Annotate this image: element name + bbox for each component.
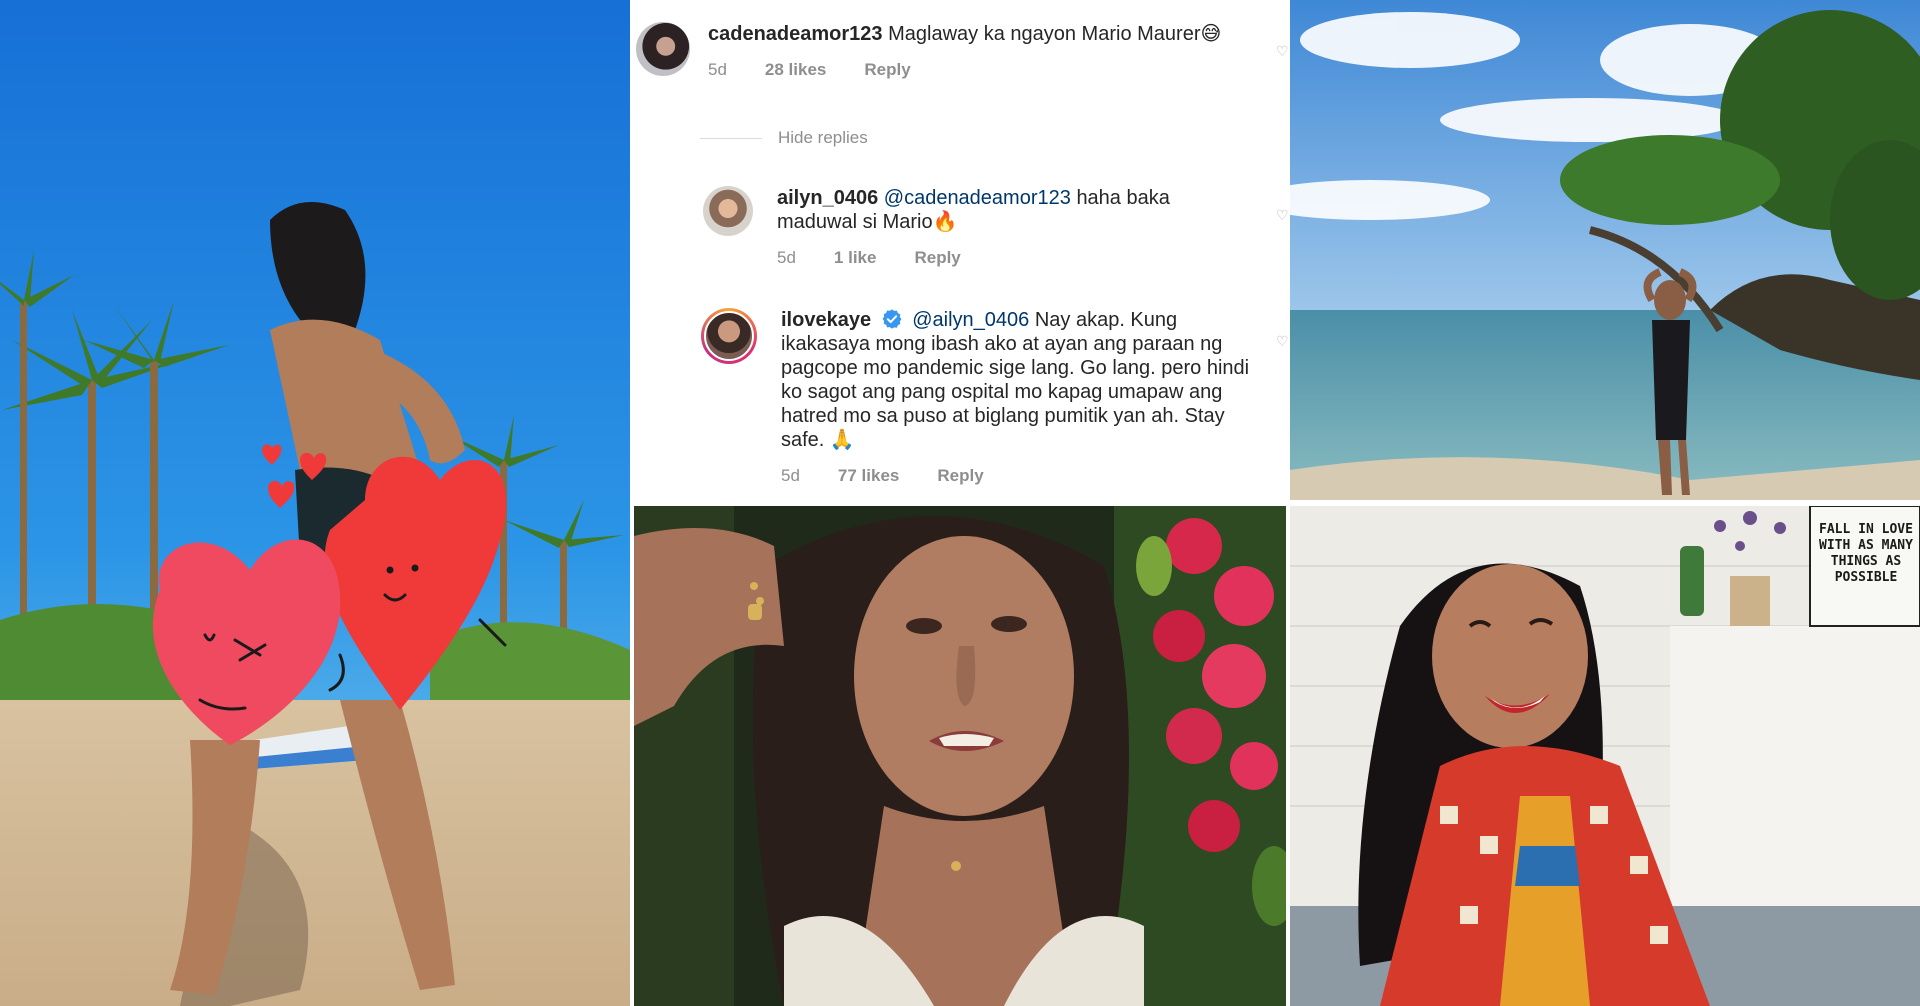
like-heart-icon[interactable]: ♡ bbox=[1276, 44, 1289, 58]
comment-meta: 5d 28 likes Reply bbox=[708, 58, 1221, 82]
comment-likes[interactable]: 28 likes bbox=[765, 58, 826, 82]
beach-photo-panel bbox=[0, 0, 630, 1006]
reply-age[interactable]: 5d bbox=[777, 246, 796, 270]
smile-photo-panel: FALL IN LOVE WITH AS MANY THINGS AS POSS… bbox=[1290, 506, 1920, 1006]
reply-meta: 5d 1 like Reply bbox=[777, 246, 1177, 270]
reply-mention[interactable]: @cadenadeamor123 bbox=[884, 187, 1071, 209]
hide-replies-button[interactable]: Hide replies bbox=[700, 128, 868, 148]
sea-photo-panel bbox=[1290, 0, 1920, 500]
closeup-photo bbox=[634, 506, 1286, 1006]
reply-age[interactable]: 5d bbox=[781, 464, 800, 488]
like-heart-icon[interactable]: ♡ bbox=[1276, 334, 1289, 348]
reply-meta: 5d 77 likes Reply bbox=[781, 464, 1251, 488]
comment-age[interactable]: 5d bbox=[708, 58, 727, 82]
comment-text: Maglaway ka ngayon Mario Maurer bbox=[888, 23, 1201, 45]
photo-collage: cadenadeamor123 Maglaway ka ngayon Mario… bbox=[0, 0, 1920, 1006]
comment-body: cadenadeamor123 Maglaway ka ngayon Mario… bbox=[708, 22, 1221, 82]
reply-ilovekaye: ilovekaye @ailyn_0406 Nay akap. Kung ika… bbox=[701, 308, 1251, 488]
verified-badge-icon bbox=[882, 309, 902, 329]
avatar-story-ring[interactable] bbox=[701, 308, 757, 364]
sea-photo bbox=[1290, 0, 1920, 500]
hide-replies-label: Hide replies bbox=[778, 128, 868, 147]
emoji: 😅 bbox=[1200, 23, 1222, 45]
like-heart-icon[interactable]: ♡ bbox=[1276, 208, 1289, 222]
reply-ailyn_0406: ailyn_0406 @cadenadeamor123 haha baka ma… bbox=[703, 186, 1177, 270]
emoji: 🔥 bbox=[932, 211, 958, 233]
avatar[interactable] bbox=[636, 22, 690, 76]
reply-username[interactable]: ilovekaye bbox=[781, 309, 871, 331]
reply-body: ilovekaye @ailyn_0406 Nay akap. Kung ika… bbox=[781, 308, 1251, 488]
reply-button[interactable]: Reply bbox=[864, 58, 910, 82]
reply-button[interactable]: Reply bbox=[914, 246, 960, 270]
sign-text: FALL IN LOVE WITH AS MANY THINGS AS POSS… bbox=[1819, 522, 1913, 585]
divider-line bbox=[700, 137, 762, 139]
avatar[interactable] bbox=[703, 186, 753, 236]
beach-photo bbox=[0, 0, 630, 1006]
reply-likes[interactable]: 77 likes bbox=[838, 464, 899, 488]
comment-cadenadeamor123: cadenadeamor123 Maglaway ka ngayon Mario… bbox=[636, 22, 1221, 82]
reply-likes[interactable]: 1 like bbox=[834, 246, 877, 270]
reply-mention[interactable]: @ailyn_0406 bbox=[912, 309, 1029, 331]
comment-username[interactable]: cadenadeamor123 bbox=[708, 23, 883, 45]
reply-username[interactable]: ailyn_0406 bbox=[777, 187, 878, 209]
reply-button[interactable]: Reply bbox=[937, 464, 983, 488]
reply-body: ailyn_0406 @cadenadeamor123 haha baka ma… bbox=[777, 186, 1177, 270]
emoji: 🙏 bbox=[829, 429, 855, 451]
closeup-photo-panel bbox=[634, 506, 1286, 1006]
green-bottle bbox=[1680, 546, 1704, 616]
